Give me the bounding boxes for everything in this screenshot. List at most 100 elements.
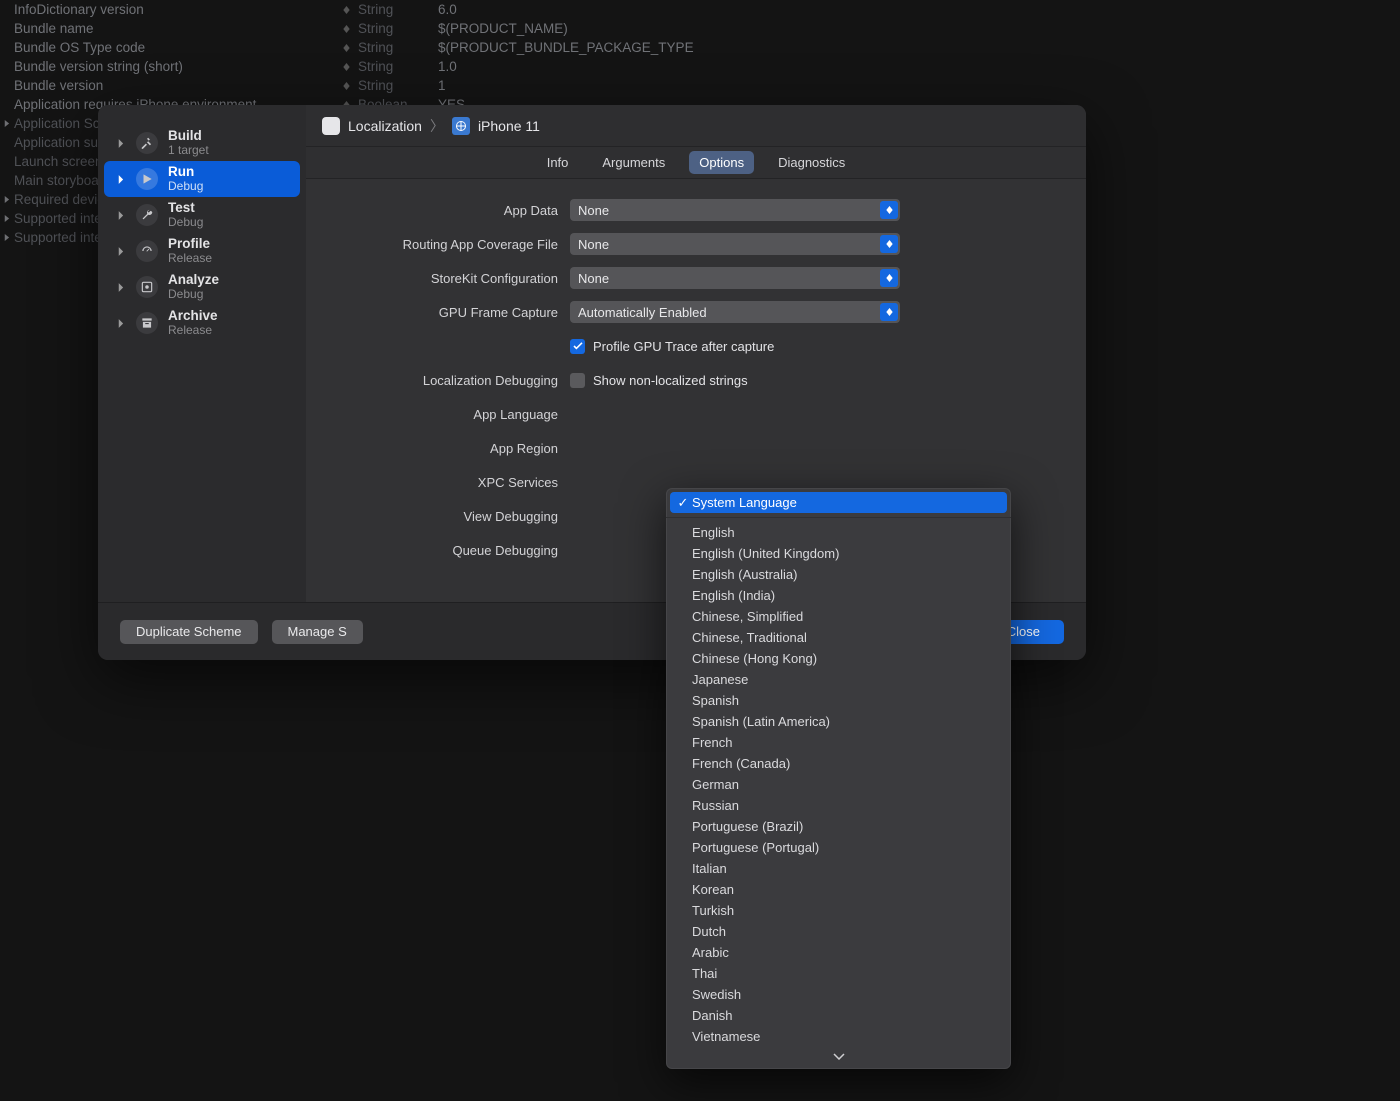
label-loc-debug: Localization Debugging xyxy=(306,373,570,388)
scheme-run[interactable]: Run Debug xyxy=(104,161,300,197)
dropdown-item[interactable]: Thai xyxy=(666,963,1011,984)
plist-row[interactable]: Bundle OS Type code String $(PRODUCT_BUN… xyxy=(0,38,1400,57)
dropdown-item[interactable]: Dutch xyxy=(666,921,1011,942)
scheme-title: Build xyxy=(168,128,209,144)
popup-gpu[interactable]: Automatically Enabled xyxy=(570,301,900,323)
stepper-icon[interactable] xyxy=(340,6,352,14)
dropdown-item[interactable]: English xyxy=(666,522,1011,543)
dropdown-item[interactable]: Arabic xyxy=(666,942,1011,963)
popup-arrows-icon xyxy=(880,269,898,287)
dropdown-item[interactable]: Swedish xyxy=(666,984,1011,1005)
disclosure-icon[interactable] xyxy=(114,247,126,256)
dropdown-item[interactable]: English (United Kingdom) xyxy=(666,543,1011,564)
popup-arrows-icon xyxy=(880,201,898,219)
disclosure-icon[interactable] xyxy=(114,139,126,148)
stepper-icon[interactable] xyxy=(340,25,352,33)
disclosure-icon[interactable] xyxy=(114,211,126,220)
tab-diagnostics[interactable]: Diagnostics xyxy=(768,151,855,174)
dropdown-item[interactable]: French xyxy=(666,732,1011,753)
label-app-data: App Data xyxy=(306,203,570,218)
disclosure-icon[interactable] xyxy=(114,283,126,292)
app-icon xyxy=(322,117,340,135)
disclosure-icon[interactable] xyxy=(0,215,12,222)
scheme-title: Run xyxy=(168,164,203,180)
scheme-analyze[interactable]: Analyze Debug xyxy=(104,269,300,305)
plist-value: 6.0 xyxy=(438,2,457,17)
label-storekit: StoreKit Configuration xyxy=(306,271,570,286)
breadcrumb-sep: 〉 xyxy=(430,116,444,136)
tab-options[interactable]: Options xyxy=(689,151,754,174)
popup-routing[interactable]: None xyxy=(570,233,900,255)
scheme-title: Test xyxy=(168,200,203,216)
scheme-subtitle: 1 target xyxy=(168,144,209,158)
plist-row[interactable]: Bundle version string (short) String 1.0 xyxy=(0,57,1400,76)
stepper-icon[interactable] xyxy=(340,44,352,52)
popup-storekit-value: None xyxy=(578,271,609,286)
dropdown-item[interactable]: German xyxy=(666,774,1011,795)
tab-info[interactable]: Info xyxy=(537,151,579,174)
dropdown-item[interactable]: Portuguese (Portugal) xyxy=(666,837,1011,858)
hammer-icon xyxy=(136,132,158,154)
dropdown-item[interactable]: Spanish (Latin America) xyxy=(666,711,1011,732)
plist-value: 1 xyxy=(438,78,446,93)
dropdown-item[interactable]: Chinese (Hong Kong) xyxy=(666,648,1011,669)
dropdown-item[interactable]: Korean xyxy=(666,879,1011,900)
dropdown-item[interactable]: Italian xyxy=(666,858,1011,879)
plist-key: InfoDictionary version xyxy=(14,2,340,17)
dropdown-item[interactable]: French (Canada) xyxy=(666,753,1011,774)
disclosure-icon[interactable] xyxy=(0,234,12,241)
disclosure-icon[interactable] xyxy=(0,196,12,203)
plist-type: String xyxy=(358,2,438,17)
popup-storekit[interactable]: None xyxy=(570,267,900,289)
dropdown-item[interactable]: Spanish xyxy=(666,690,1011,711)
dropdown-item[interactable]: Danish xyxy=(666,1005,1011,1026)
dropdown-item[interactable]: Portuguese (Brazil) xyxy=(666,816,1011,837)
dropdown-item[interactable]: Japanese xyxy=(666,669,1011,690)
plist-type: String xyxy=(358,78,438,93)
manage-schemes-button[interactable]: Manage S xyxy=(272,620,363,644)
stepper-icon[interactable] xyxy=(340,82,352,90)
scheme-subtitle: Debug xyxy=(168,216,203,230)
plist-type: String xyxy=(358,21,438,36)
dropdown-item[interactable]: Russian xyxy=(666,795,1011,816)
label-queue-debug: Queue Debugging xyxy=(306,543,570,558)
dropdown-item[interactable]: English (Australia) xyxy=(666,564,1011,585)
plist-value: 1.0 xyxy=(438,59,457,74)
label-app-language: App Language xyxy=(306,407,570,422)
disclosure-icon[interactable] xyxy=(0,120,12,127)
dropdown-item[interactable]: Chinese, Traditional xyxy=(666,627,1011,648)
checkbox-profile-gpu[interactable] xyxy=(570,339,585,354)
tab-arguments[interactable]: Arguments xyxy=(592,151,675,174)
breadcrumb-device: iPhone 11 xyxy=(478,118,540,134)
plist-key: Bundle OS Type code xyxy=(14,40,340,55)
app-language-dropdown[interactable]: ✓ System Language EnglishEnglish (United… xyxy=(666,488,1011,1069)
tabs: Info Arguments Options Diagnostics xyxy=(306,147,1086,179)
popup-arrows-icon xyxy=(880,303,898,321)
dropdown-item[interactable]: Vietnamese xyxy=(666,1026,1011,1047)
archive-icon xyxy=(136,312,158,334)
disclosure-icon[interactable] xyxy=(114,319,126,328)
scheme-build[interactable]: Build 1 target xyxy=(104,125,300,161)
plist-row[interactable]: Bundle name String $(PRODUCT_NAME) xyxy=(0,19,1400,38)
checkbox-show-nonlocalized[interactable] xyxy=(570,373,585,388)
disclosure-icon[interactable] xyxy=(114,175,126,184)
scheme-title: Archive xyxy=(168,308,218,324)
scheme-title: Profile xyxy=(168,236,212,252)
dropdown-item[interactable]: Chinese, Simplified xyxy=(666,606,1011,627)
plist-key: Bundle version xyxy=(14,78,340,93)
dropdown-item-selected[interactable]: ✓ System Language xyxy=(670,492,1007,513)
stepper-icon[interactable] xyxy=(340,63,352,71)
dropdown-item[interactable]: English (India) xyxy=(666,585,1011,606)
device-icon xyxy=(452,117,470,135)
scheme-profile[interactable]: Profile Release xyxy=(104,233,300,269)
popup-arrows-icon xyxy=(880,235,898,253)
popup-app-data[interactable]: None xyxy=(570,199,900,221)
dropdown-item[interactable]: Turkish xyxy=(666,900,1011,921)
duplicate-scheme-button[interactable]: Duplicate Scheme xyxy=(120,620,258,644)
popup-app-data-value: None xyxy=(578,203,609,218)
scheme-archive[interactable]: Archive Release xyxy=(104,305,300,341)
scheme-subtitle: Debug xyxy=(168,288,219,302)
plist-row[interactable]: Bundle version String 1 xyxy=(0,76,1400,95)
plist-row[interactable]: InfoDictionary version String 6.0 xyxy=(0,0,1400,19)
scheme-test[interactable]: Test Debug xyxy=(104,197,300,233)
